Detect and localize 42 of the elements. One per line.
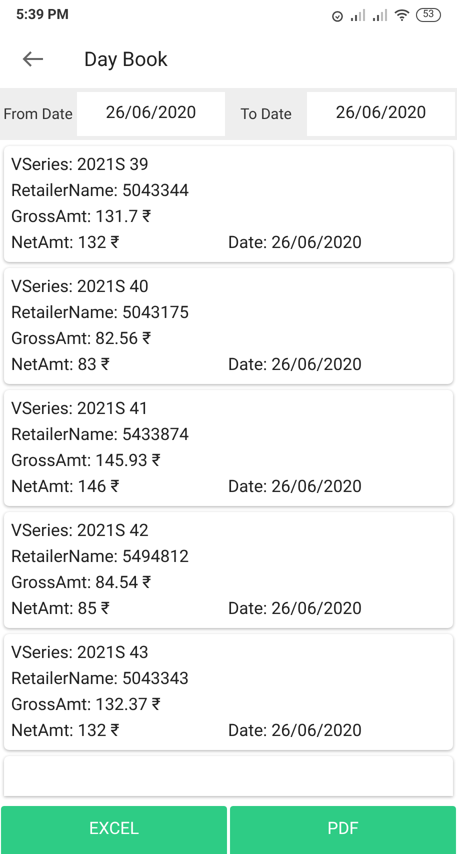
page-title: Day Book [84,46,168,73]
entry-card[interactable]: VSeries: 2021S 43 RetailerName: 5043343 GrossAmt: 132.37 ₹ NetAmt: 132 ₹ Date: 26/06/2020 [4,634,453,750]
date-text: Date: 26/06/2020 [228,232,362,255]
vseries-text: VSeries: 2021S 40 [11,276,150,299]
to-date-field[interactable]: 26/06/2020 [307,92,455,136]
net-amount-text: NetAmt: 132 ₹ [11,232,120,255]
date-text: Date: 26/06/2020 [228,720,362,743]
to-date-label: To Date [239,104,293,124]
wifi-icon [394,9,410,21]
net-amount-text: NetAmt: 132 ₹ [11,720,120,743]
entry-card[interactable]: VSeries: 2021S 40 RetailerName: 5043175 GrossAmt: 82.56 ₹ NetAmt: 83 ₹ Date: 26/06/2020 [4,268,453,384]
from-date-field[interactable]: 26/06/2020 [77,92,225,136]
status-time: 5:39 PM [16,6,69,24]
battery-level: 53 [416,8,441,22]
vseries-text: VSeries: 2021S 42 [11,520,150,543]
gross-amount-text: GrossAmt: 82.56 ₹ [11,328,152,351]
signal-icon [350,9,366,21]
net-amount-text: NetAmt: 85 ₹ [11,598,111,621]
retailer-text: RetailerName: 5494812 [11,546,190,569]
gross-amount-text: GrossAmt: 145.93 ₹ [11,450,162,473]
retailer-text: RetailerName: 5043344 [11,180,190,203]
net-amount-text: NetAmt: 83 ₹ [11,354,111,377]
vseries-text: VSeries: 2021S 41 [11,398,150,421]
date-text: Date: 26/06/2020 [228,476,362,499]
from-date-label: From Date [2,104,74,124]
date-text: Date: 26/06/2020 [228,354,362,377]
date-text: Date: 26/06/2020 [228,598,362,621]
gross-amount-text: GrossAmt: 131.7 ₹ [11,206,152,229]
signal-icon [372,9,388,21]
back-arrow-icon[interactable] [22,50,44,68]
retailer-text: RetailerName: 5043175 [11,302,190,325]
retailer-text: RetailerName: 5043343 [11,668,190,691]
gross-amount-text: GrossAmt: 132.37 ₹ [11,694,162,717]
retailer-text: RetailerName: 5433874 [11,424,190,447]
vseries-text: VSeries: 2021S 43 [11,642,150,665]
entry-card[interactable]: VSeries: 2021S 41 RetailerName: 5433874 GrossAmt: 145.93 ₹ NetAmt: 146 ₹ Date: 26/06/2020 [4,390,453,506]
vseries-text: VSeries: 2021S 39 [11,154,150,177]
entry-card[interactable]: VSeries: 2021S 42 RetailerName: 5494812 GrossAmt: 84.54 ₹ NetAmt: 85 ₹ Date: 26/06/2020 [4,512,453,628]
alarm-icon [330,8,344,22]
gross-amount-text: GrossAmt: 84.54 ₹ [11,572,152,595]
entry-card[interactable]: VSeries: 2021S 39 RetailerName: 5043344 GrossAmt: 131.7 ₹ NetAmt: 132 ₹ Date: 26/06/2020 [4,146,453,262]
net-amount-text: NetAmt: 146 ₹ [11,476,120,499]
